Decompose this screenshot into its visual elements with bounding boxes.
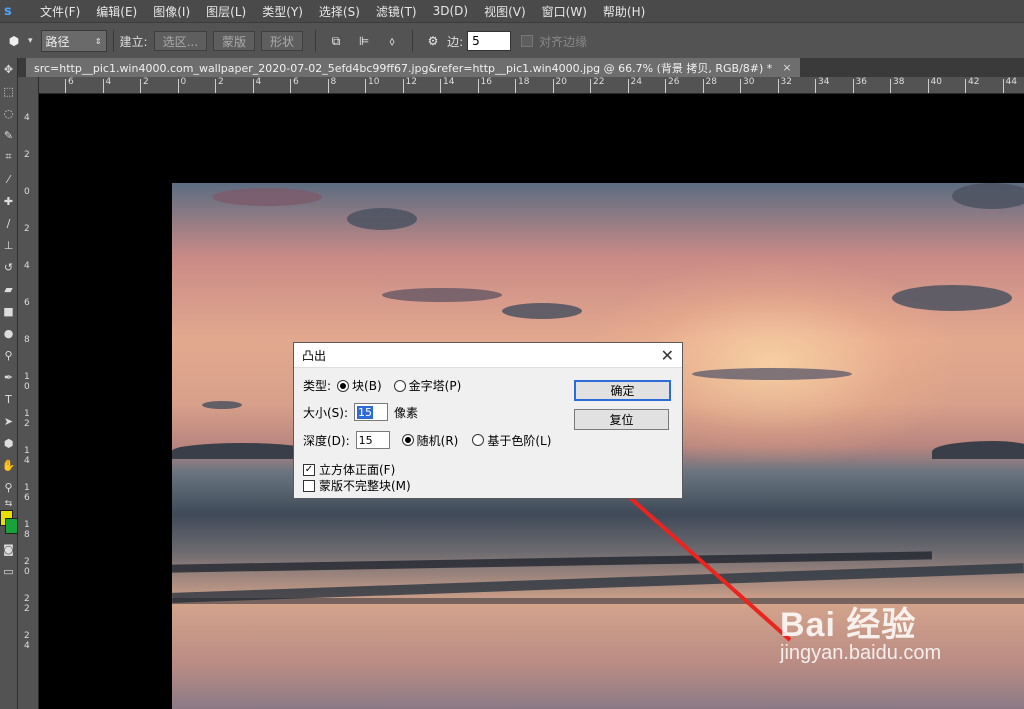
depth-level-radio[interactable]	[472, 434, 485, 446]
type-block-radio[interactable]	[337, 379, 350, 392]
depth-random-label[interactable]: 随机(R)	[417, 432, 459, 449]
solid-front-row: ✓ 立方体正面(F)	[303, 461, 395, 478]
dialog-title: 凸出	[302, 348, 327, 363]
type-block-label[interactable]: 块(B)	[352, 377, 382, 394]
extrude-dialog: 凸出 ✕ 类型: 块(B) 金字塔(P) 大小(S): 15 像素 深度(D):…	[293, 342, 683, 499]
type-label: 类型:	[303, 379, 332, 393]
size-row: 大小(S): 15 像素	[303, 403, 418, 421]
type-pyramid-label[interactable]: 金字塔(P)	[409, 377, 462, 394]
solid-front-label[interactable]: 立方体正面(F)	[319, 461, 395, 478]
baidu-watermark: Bai 经验 jingyan.baidu.com	[780, 597, 941, 665]
depth-level-label[interactable]: 基于色阶(L)	[487, 432, 551, 449]
mask-incomplete-checkbox[interactable]	[303, 479, 315, 492]
mask-incomplete-label[interactable]: 蒙版不完整块(M)	[319, 477, 411, 494]
close-icon[interactable]: ✕	[661, 346, 674, 365]
watermark-url: jingyan.baidu.com	[780, 642, 942, 664]
type-pyramid-radio[interactable]	[393, 379, 406, 392]
solid-front-checkbox[interactable]: ✓	[303, 463, 315, 476]
depth-label: 深度(D):	[303, 433, 350, 448]
ok-button[interactable]: 确定	[574, 380, 671, 401]
size-unit: 像素	[394, 405, 419, 420]
mask-incomplete-row: 蒙版不完整块(M)	[303, 477, 411, 494]
dialog-titlebar[interactable]: 凸出 ✕	[294, 343, 682, 368]
depth-random-radio[interactable]	[401, 434, 414, 446]
size-label: 大小(S):	[303, 405, 349, 420]
size-value: 15	[357, 405, 374, 419]
type-row: 类型: 块(B) 金字塔(P)	[303, 377, 461, 394]
reset-button[interactable]: 复位	[574, 409, 669, 430]
watermark-logo: Bai 经验	[780, 606, 917, 644]
size-input[interactable]: 15	[354, 403, 389, 421]
depth-input[interactable]: 15	[355, 431, 390, 449]
depth-row: 深度(D): 15 随机(R) 基于色阶(L)	[303, 431, 551, 449]
